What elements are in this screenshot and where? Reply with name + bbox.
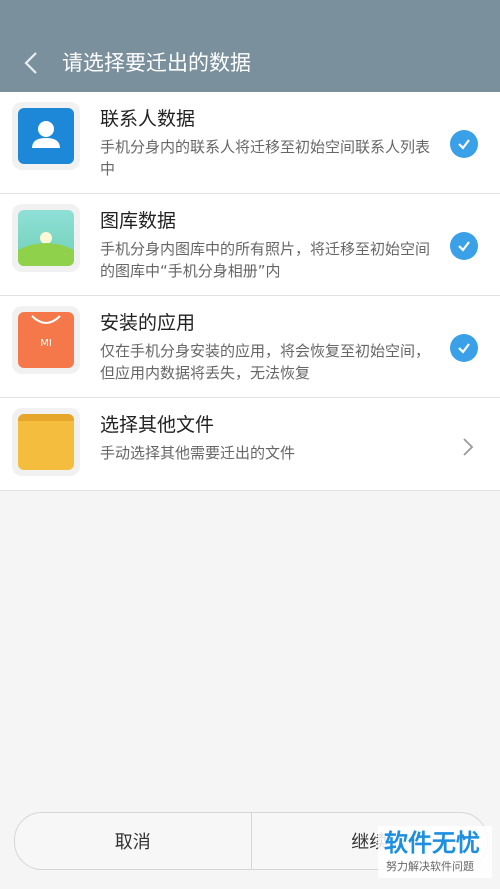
page-title: 请选择要迁出的数据	[62, 51, 251, 75]
item-title: 安装的应用	[100, 312, 196, 334]
checkbox-apps[interactable]	[450, 334, 478, 362]
app-store-icon: MI	[12, 306, 80, 374]
watermark-text: 软件无忧	[384, 829, 480, 857]
back-arrow-icon	[24, 52, 37, 74]
svg-text:MI: MI	[40, 338, 52, 349]
status-bar	[0, 0, 500, 28]
item-description: 手机分身内图库中的所有照片，将迁移至初始空间的图库中“手机分身相册”内	[100, 240, 431, 280]
item-title: 选择其他文件	[100, 414, 215, 436]
watermark-subtext: 努力解决软件问题	[386, 860, 474, 873]
contacts-icon	[12, 102, 80, 170]
gallery-icon	[12, 204, 80, 272]
data-list: 联系人数据 手机分身内的联系人将迁移至初始空间联系人列表中 图库数据 手机分身内…	[0, 92, 500, 491]
cancel-button[interactable]: 取消	[15, 813, 251, 869]
list-item-other-files[interactable]: 选择其他文件 手动选择其他需要迁出的文件	[0, 398, 500, 491]
check-icon	[458, 343, 470, 354]
item-title: 联系人数据	[100, 108, 196, 130]
header-bar: 请选择要迁出的数据	[0, 0, 500, 92]
back-button[interactable]	[14, 46, 48, 80]
check-icon	[458, 241, 470, 252]
item-title: 图库数据	[100, 210, 177, 232]
chevron-right-icon[interactable]	[462, 436, 474, 462]
list-item-apps[interactable]: MI 安装的应用 仅在手机分身安装的应用，将会恢复至初始空间，但应用内数据将丢失…	[0, 296, 500, 398]
checkbox-contacts[interactable]	[450, 130, 478, 158]
checkbox-gallery[interactable]	[450, 232, 478, 260]
item-description: 仅在手机分身安装的应用，将会恢复至初始空间，但应用内数据将丢失，无法恢复	[100, 342, 431, 382]
folder-icon	[12, 408, 80, 476]
check-icon	[458, 139, 470, 150]
watermark-logo: 软件无忧 努力解决软件问题	[378, 826, 492, 878]
item-description: 手机分身内的联系人将迁移至初始空间联系人列表中	[100, 138, 431, 178]
list-item-gallery[interactable]: 图库数据 手机分身内图库中的所有照片，将迁移至初始空间的图库中“手机分身相册”内	[0, 194, 500, 296]
item-description: 手动选择其他需要迁出的文件	[100, 444, 296, 462]
list-item-contacts[interactable]: 联系人数据 手机分身内的联系人将迁移至初始空间联系人列表中	[0, 92, 500, 194]
